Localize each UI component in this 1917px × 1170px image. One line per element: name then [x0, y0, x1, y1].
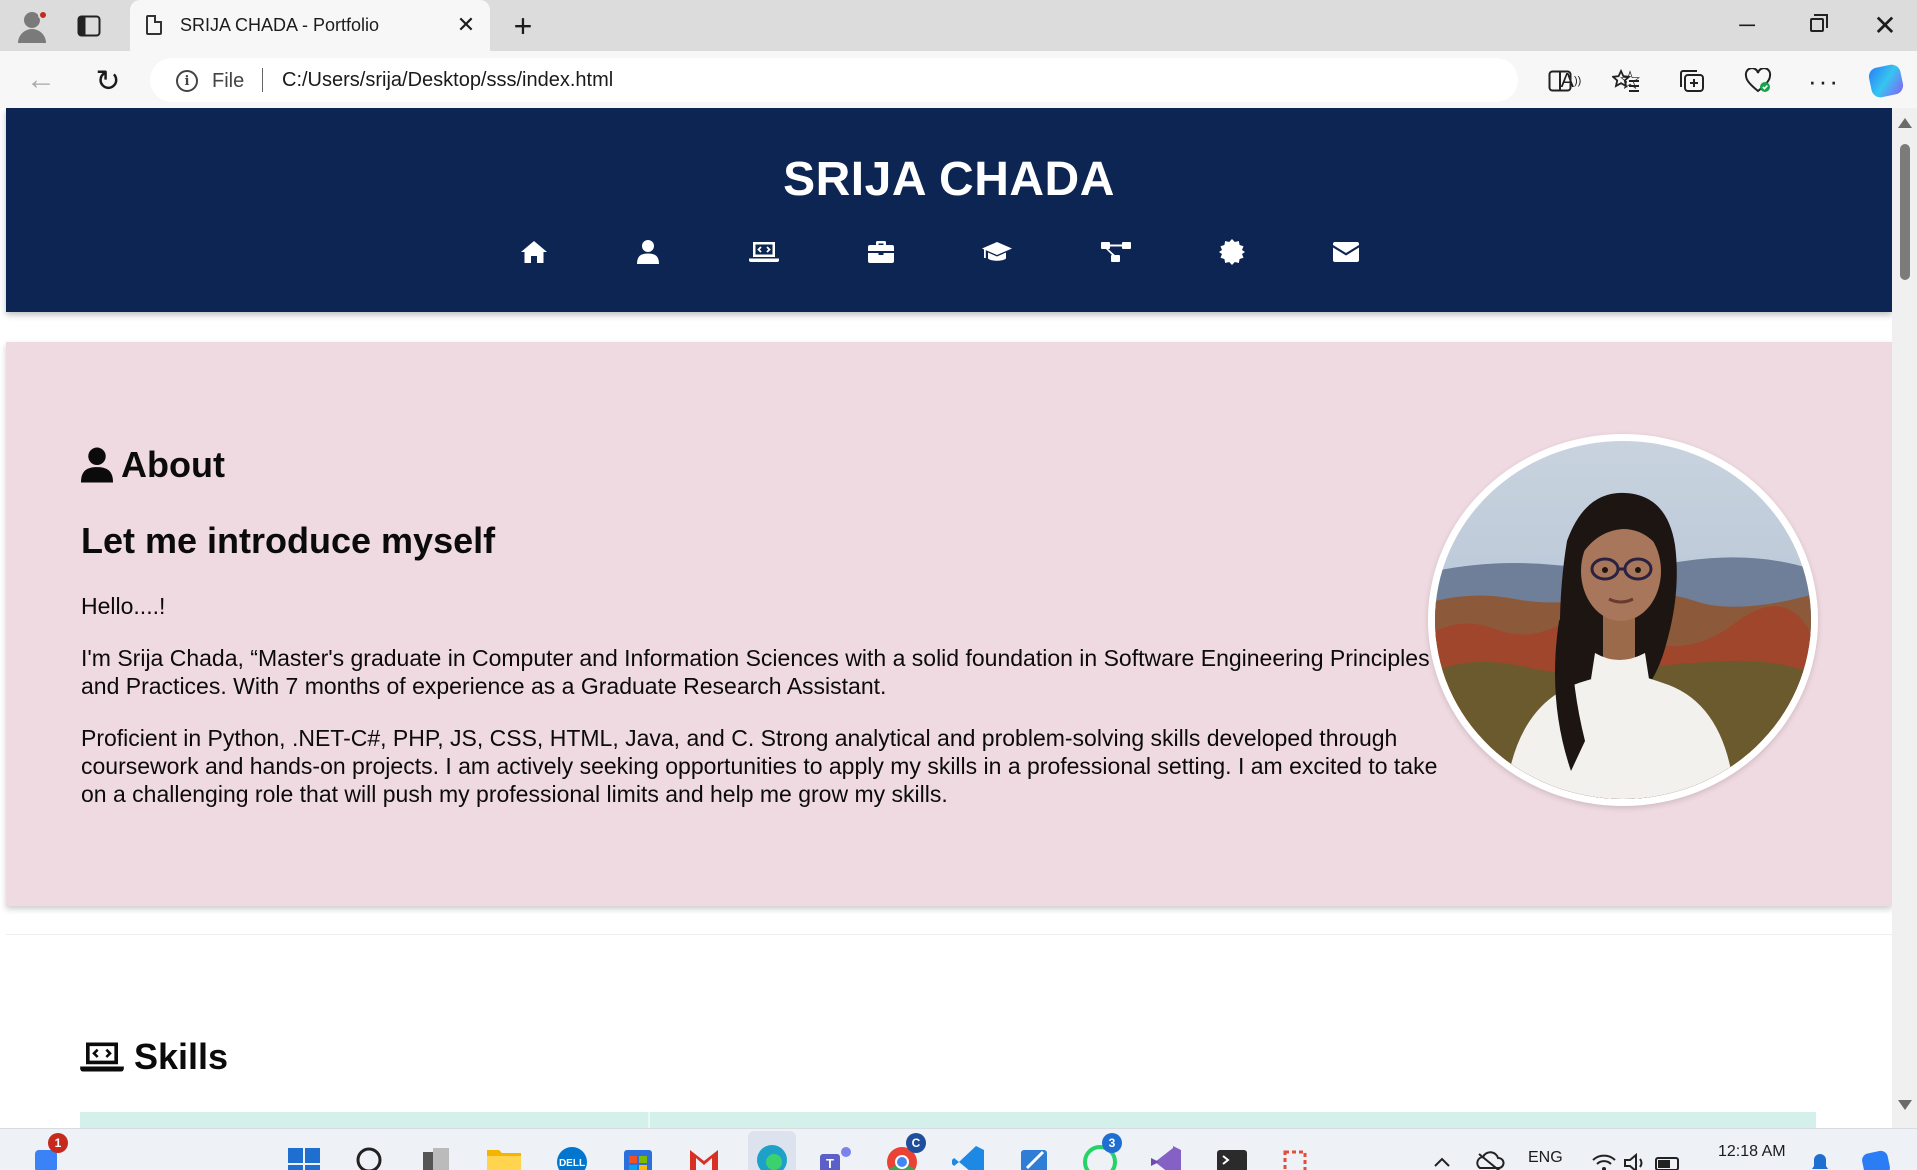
window-close-icon[interactable]: ✕ — [1868, 8, 1902, 42]
browser-essentials-icon[interactable] — [1740, 63, 1776, 99]
edge-icon[interactable] — [748, 1131, 796, 1170]
vscode-icon[interactable] — [948, 1135, 988, 1170]
new-tab-icon[interactable]: + — [506, 8, 540, 44]
whatsapp-badge: 3 — [1102, 1133, 1122, 1153]
certificate-icon[interactable] — [1212, 232, 1252, 272]
file-label: File — [212, 70, 245, 92]
svg-text:T: T — [826, 1156, 834, 1170]
snipping-tool-icon[interactable] — [1276, 1135, 1316, 1170]
gmail-icon[interactable] — [684, 1135, 724, 1170]
copilot-icon[interactable] — [1867, 63, 1905, 99]
windows-taskbar: 1 DELL T C 3 ENG 12:18 AM — [0, 1128, 1917, 1170]
user-icon — [81, 447, 113, 483]
browser-toolbar: ← ↻ i File C:/Users/srija/Desktop/sss/in… — [0, 51, 1917, 108]
about-paragraph-1: I'm Srija Chada, “Master's graduate in C… — [81, 645, 1430, 699]
whatsapp-icon[interactable]: 3 — [1080, 1133, 1122, 1170]
main-nav — [6, 232, 1892, 272]
collections-icon[interactable] — [1674, 63, 1710, 99]
more-options-icon[interactable]: ··· — [1806, 63, 1842, 99]
scroll-up-arrow-icon[interactable] — [1898, 118, 1912, 128]
skills-title: Skills — [134, 1036, 229, 1077]
copilot-taskbar-icon[interactable] — [1856, 1135, 1896, 1170]
chrome-icon[interactable]: C — [882, 1133, 926, 1170]
page-icon — [146, 15, 162, 35]
skills-heading: Skills — [80, 1036, 228, 1078]
onedrive-icon[interactable] — [1470, 1135, 1510, 1170]
restore-icon[interactable] — [1800, 8, 1834, 42]
greeting-text: Hello....! — [81, 593, 166, 619]
info-icon[interactable]: i — [176, 70, 198, 92]
split-screen-icon[interactable] — [1542, 63, 1578, 99]
page-viewport: SRIJA CHADA About Let me introduce mysel… — [0, 108, 1892, 1128]
task-view-icon[interactable] — [416, 1135, 456, 1170]
favorites-icon[interactable] — [1608, 63, 1644, 99]
section-divider — [6, 934, 1892, 935]
envelope-icon[interactable] — [1326, 232, 1366, 272]
chrome-profile-badge: C — [906, 1133, 926, 1153]
browser-tab-bar: SRIJA CHADA - Portfolio ✕ + ─ ✕ — [0, 0, 1917, 51]
scroll-down-arrow-icon[interactable] — [1898, 1100, 1912, 1110]
visual-studio-icon[interactable] — [1146, 1135, 1186, 1170]
microsoft-store-icon[interactable] — [618, 1135, 658, 1170]
tab-actions-icon[interactable] — [74, 12, 104, 40]
address-bar[interactable]: i File C:/Users/srija/Desktop/sss/index.… — [150, 58, 1642, 102]
project-diagram-icon[interactable] — [1096, 232, 1136, 272]
laptop-code-icon[interactable] — [744, 232, 784, 272]
intro-subheading: Let me introduce myself — [81, 520, 496, 561]
user-icon[interactable] — [628, 232, 668, 272]
dell-icon[interactable]: DELL — [552, 1135, 592, 1170]
graduation-cap-icon[interactable] — [977, 232, 1017, 272]
page-scrollbar[interactable] — [1892, 108, 1917, 1128]
language-indicator[interactable]: ENG — [1528, 1149, 1563, 1167]
battery-icon[interactable] — [1648, 1135, 1688, 1170]
file-explorer-icon[interactable] — [484, 1135, 524, 1170]
paint-icon[interactable] — [1014, 1135, 1054, 1170]
browser-tab-active[interactable]: SRIJA CHADA - Portfolio ✕ — [130, 0, 490, 51]
about-paragraph-2: Proficient in Python, .NET-C#, PHP, JS, … — [81, 725, 1438, 807]
notification-badge: 1 — [48, 1133, 68, 1153]
tab-title: SRIJA CHADA - Portfolio — [180, 15, 380, 35]
profile-photo — [1428, 434, 1818, 806]
skills-table-top — [80, 1112, 1816, 1128]
site-header: SRIJA CHADA — [6, 108, 1892, 312]
about-section: About Let me introduce myself Hello....!… — [6, 342, 1892, 906]
site-title: SRIJA CHADA — [783, 153, 1115, 206]
teams-icon[interactable]: T — [816, 1135, 856, 1170]
notifications-icon[interactable] — [1800, 1135, 1840, 1170]
start-windows-icon[interactable] — [284, 1135, 324, 1170]
widgets-icon[interactable]: 1 — [26, 1133, 68, 1170]
svg-text:DELL: DELL — [559, 1158, 585, 1169]
scrollbar-thumb[interactable] — [1900, 144, 1910, 280]
clock-time[interactable]: 12:18 AM — [1718, 1143, 1786, 1161]
about-title: About — [121, 444, 225, 485]
minimize-icon[interactable]: ─ — [1730, 8, 1764, 42]
address-separator — [262, 68, 263, 92]
home-icon[interactable] — [514, 232, 554, 272]
terminal-icon[interactable] — [1212, 1135, 1252, 1170]
laptop-code-icon — [80, 1042, 124, 1072]
reload-icon[interactable]: ↻ — [90, 63, 126, 99]
url-text[interactable]: C:/Users/srija/Desktop/sss/index.html — [282, 69, 613, 92]
briefcase-icon[interactable] — [861, 232, 901, 272]
back-arrow-icon[interactable]: ← — [24, 63, 58, 97]
close-tab-icon[interactable]: ✕ — [452, 11, 480, 39]
chevron-up-icon[interactable] — [1422, 1135, 1462, 1170]
about-heading: About — [81, 444, 225, 486]
search-icon[interactable] — [350, 1135, 390, 1170]
profile-icon[interactable] — [14, 8, 50, 44]
